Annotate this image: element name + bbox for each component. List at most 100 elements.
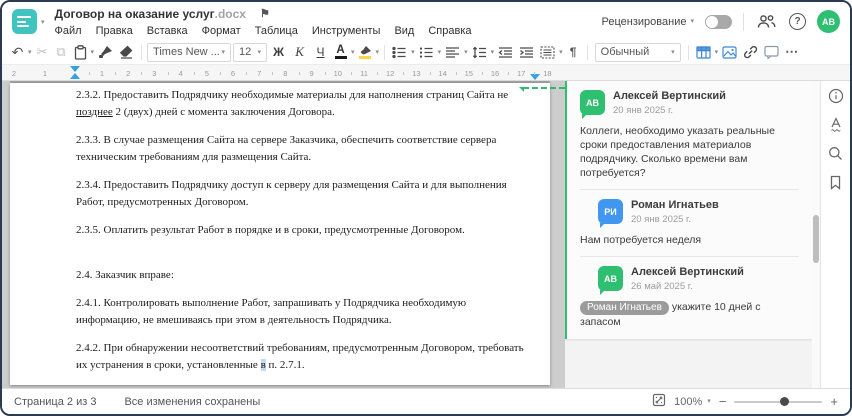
document-canvas: 2.3.2. Предоставить Подрядчику необходим… [2, 81, 565, 388]
insert-image-icon[interactable] [720, 42, 739, 62]
numbered-list-icon[interactable] [417, 42, 436, 62]
zoom-in-button[interactable] [830, 394, 838, 409]
font-size-value: 12 [239, 46, 252, 58]
ruler-number: 1 [99, 69, 105, 78]
font-family-select[interactable]: Times New ... [147, 42, 232, 62]
menu-format[interactable]: Формат [202, 25, 241, 37]
ruler-number: 16 [490, 69, 500, 78]
ruler: 2 1 1 2 3 4 5 6 7 8 9 10 11 12 13 14 15 16 17 18 [2, 65, 850, 81]
menu-bar: Файл Правка Вставка Формат Таблица Инстр… [55, 25, 472, 37]
ruler-number: 2 [126, 69, 131, 78]
review-mode-label: Рецензирование [601, 15, 687, 28]
app-menu-chevron-down-icon[interactable] [41, 19, 45, 26]
paragraph: 2.4.2. При обнаружении несоответствий тр… [76, 342, 524, 371]
vertical-scrollbar[interactable] [812, 81, 820, 388]
comment-date: 26 май 2025 г. [631, 281, 693, 292]
page-indicator: Страница 2 из 3 [14, 395, 97, 408]
paragraph-style-select[interactable]: Обычный [594, 42, 681, 62]
menu-insert[interactable]: Вставка [147, 25, 188, 37]
scrollbar-thumb[interactable] [813, 215, 819, 263]
ruler-number: 9 [309, 69, 314, 78]
line-spacing-icon[interactable] [470, 42, 489, 62]
comment-avatar: РИ [598, 199, 623, 228]
nonprinting-characters-icon[interactable] [565, 42, 582, 62]
font-size-select[interactable]: 12 [233, 42, 268, 62]
ruler-number: 5 [204, 69, 209, 78]
document-extension: .docx [214, 7, 246, 21]
paragraph-settings-icon[interactable] [538, 42, 557, 62]
bookmark-icon[interactable] [827, 174, 845, 191]
help-icon[interactable]: ? [789, 13, 806, 30]
zoom-slider[interactable] [734, 396, 823, 406]
highlight-chevron-down-icon[interactable] [376, 49, 380, 56]
chevron-down-icon [707, 398, 711, 405]
zoom-select[interactable]: 100% [674, 396, 711, 408]
menu-edit[interactable]: Правка [96, 25, 133, 37]
format-painter-icon[interactable] [96, 42, 115, 62]
comment-author: Алексей Вертинский [631, 266, 744, 278]
paragraph: 2.4.1. Контролировать выполнение Работ, … [76, 297, 467, 326]
more-tools-icon[interactable] [783, 42, 800, 62]
ruler-number: 12 [386, 69, 395, 78]
undo-chevron-down-icon[interactable] [28, 49, 32, 56]
font-color-chevron-down-icon[interactable] [351, 49, 355, 56]
info-icon[interactable] [827, 87, 845, 104]
comments-panel: АВ Алексей Вертинский 20 янв 2025 г. Кол… [565, 81, 812, 388]
zoom-out-button[interactable] [719, 394, 727, 409]
paste-chevron-down-icon[interactable] [91, 49, 95, 56]
comment-text: Роман Игнатьев укажите 10 дней с запасом [580, 301, 761, 328]
ruler-number: 2 [11, 69, 17, 78]
menu-file[interactable]: Файл [55, 25, 82, 37]
menu-help[interactable]: Справка [428, 25, 471, 37]
left-indent-marker[interactable] [70, 73, 80, 79]
user-avatar[interactable]: АВ [817, 10, 840, 33]
table-chevron-down-icon[interactable] [715, 49, 719, 56]
bold-button[interactable]: Ж [269, 42, 288, 62]
insert-table-icon[interactable] [694, 42, 713, 62]
increase-indent-icon[interactable] [517, 42, 536, 62]
comment-date: 20 янв 2025 г. [613, 105, 674, 116]
align-chevron-down-icon[interactable] [464, 49, 468, 56]
chevron-down-icon [222, 49, 226, 56]
comment-reply[interactable]: АВ Алексей Вертинский 26 май 2025 г. Ром… [580, 266, 799, 329]
paragraph-settings-chevron-down-icon[interactable] [559, 49, 563, 56]
spellcheck-icon[interactable] [827, 116, 845, 133]
bullet-list-chevron-down-icon[interactable] [411, 49, 415, 56]
cut-button[interactable] [34, 42, 51, 62]
decrease-indent-icon[interactable] [496, 42, 515, 62]
flag-icon[interactable] [260, 8, 270, 20]
document-page[interactable]: 2.3.2. Предоставить Подрядчику необходим… [10, 83, 550, 385]
highlight-color-button[interactable] [357, 42, 374, 62]
align-left-icon[interactable] [443, 42, 462, 62]
app-logo[interactable] [12, 9, 37, 34]
paste-button[interactable] [72, 42, 89, 62]
clear-style-eraser-icon[interactable] [117, 42, 136, 62]
zoom-value: 100% [674, 395, 703, 408]
zoom-slider-handle[interactable] [780, 396, 790, 406]
search-icon[interactable] [827, 145, 845, 162]
ruler-number: 1 [42, 69, 48, 78]
copy-button[interactable] [53, 42, 70, 62]
line-spacing-chevron-down-icon[interactable] [491, 49, 495, 56]
status-bar: Страница 2 из 3 Все изменения сохранены … [2, 388, 850, 414]
italic-button[interactable]: К [290, 42, 309, 62]
fit-width-icon[interactable] [652, 393, 666, 410]
menu-table[interactable]: Таблица [255, 25, 298, 37]
menu-tools[interactable]: Инструменты [312, 25, 381, 37]
comment-thread[interactable]: АВ Алексей Вертинский 20 янв 2025 г. Кол… [565, 81, 812, 339]
numbered-list-chevron-down-icon[interactable] [438, 49, 442, 56]
menu-view[interactable]: Вид [394, 25, 414, 37]
insert-link-icon[interactable] [741, 42, 760, 62]
font-color-letter: А [336, 44, 345, 56]
review-mode-dropdown[interactable]: Рецензирование [602, 16, 694, 28]
font-color-button[interactable]: А [332, 42, 349, 62]
collaboration-users-icon[interactable] [755, 12, 778, 32]
insert-comment-icon[interactable] [762, 42, 781, 62]
review-toggle[interactable] [705, 14, 732, 29]
underline-button[interactable]: Ч [311, 42, 330, 62]
first-line-indent-marker[interactable] [70, 66, 80, 72]
bullet-list-icon[interactable] [390, 42, 409, 62]
comment-reply[interactable]: РИ Роман Игнатьев 20 янв 2025 г. Нам пот… [580, 199, 799, 247]
comment-text: Нам потребуется неделя [580, 234, 702, 246]
undo-button[interactable] [9, 42, 26, 62]
